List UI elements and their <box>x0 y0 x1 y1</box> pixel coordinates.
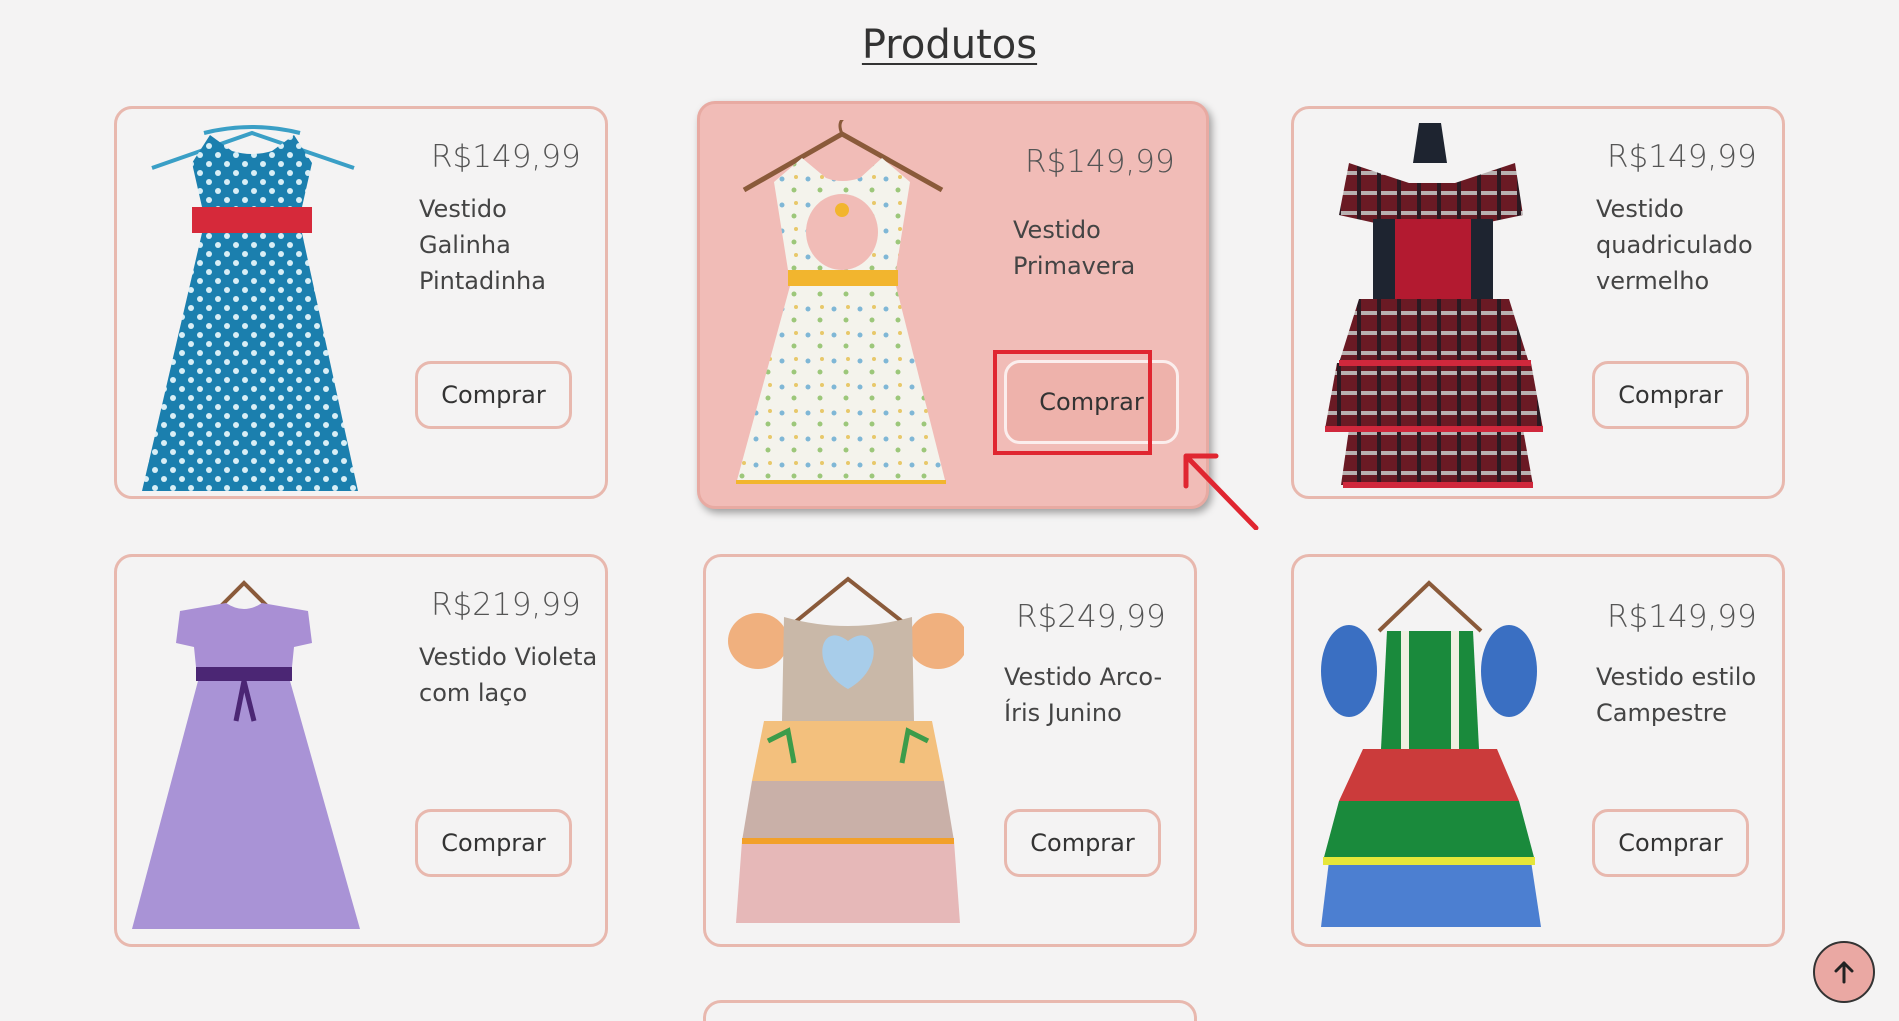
product-name: Vestido quadriculado vermelho <box>1596 195 1753 295</box>
product-price: R$249,99 <box>1016 599 1166 635</box>
product-image[interactable] <box>1309 571 1549 951</box>
product-card: R$149,99 Vestido Galinha Pintadinha Comp… <box>114 106 608 499</box>
buy-button[interactable]: Comprar <box>415 361 572 429</box>
product-price: R$219,99 <box>431 587 581 623</box>
back-to-top-button[interactable] <box>1813 941 1875 1003</box>
product-name: Vestido Primavera <box>1013 216 1136 280</box>
product-name: Vestido Arco-Íris Junino <box>1004 663 1163 727</box>
product-card: R$149,99 Vestido quadriculado vermelho C… <box>1291 106 1785 499</box>
product-price: R$149,99 <box>1607 599 1757 635</box>
product-name: Vestido Violeta com laço <box>419 643 598 707</box>
buy-button[interactable]: Comprar <box>1592 361 1749 429</box>
product-image[interactable] <box>132 571 372 951</box>
arrow-up-icon <box>1834 961 1854 984</box>
product-name: Vestido Galinha Pintadinha <box>419 195 546 295</box>
product-price: R$149,99 <box>1025 144 1175 180</box>
product-image[interactable] <box>724 571 964 951</box>
product-card: R$219,99 Vestido Violeta com laço Compra… <box>114 554 608 947</box>
product-image[interactable] <box>1309 123 1549 503</box>
page: Produtos R$149,99 Vestido Galinha Pintad… <box>0 0 1899 1021</box>
product-price: R$149,99 <box>1607 139 1757 175</box>
buy-button[interactable]: Comprar <box>1592 809 1749 877</box>
product-image[interactable] <box>724 120 964 500</box>
product-card: R$149,99 Vestido estilo Campestre Compra… <box>1291 554 1785 947</box>
product-image[interactable] <box>132 123 372 503</box>
product-card-hovered: R$149,99 Vestido Primavera Comprar <box>697 101 1209 509</box>
annotation-highlight-box <box>993 350 1152 455</box>
product-name: Vestido estilo Campestre <box>1596 663 1757 727</box>
buy-button[interactable]: Comprar <box>1004 809 1161 877</box>
buy-button[interactable]: Comprar <box>415 809 572 877</box>
product-card-partial <box>703 1000 1197 1021</box>
product-card: R$249,99 Vestido Arco-Íris Junino Compra… <box>703 554 1197 947</box>
arrow-pointer-icon <box>1183 453 1259 530</box>
section-title: Produtos <box>861 22 1038 68</box>
product-price: R$149,99 <box>431 139 581 175</box>
